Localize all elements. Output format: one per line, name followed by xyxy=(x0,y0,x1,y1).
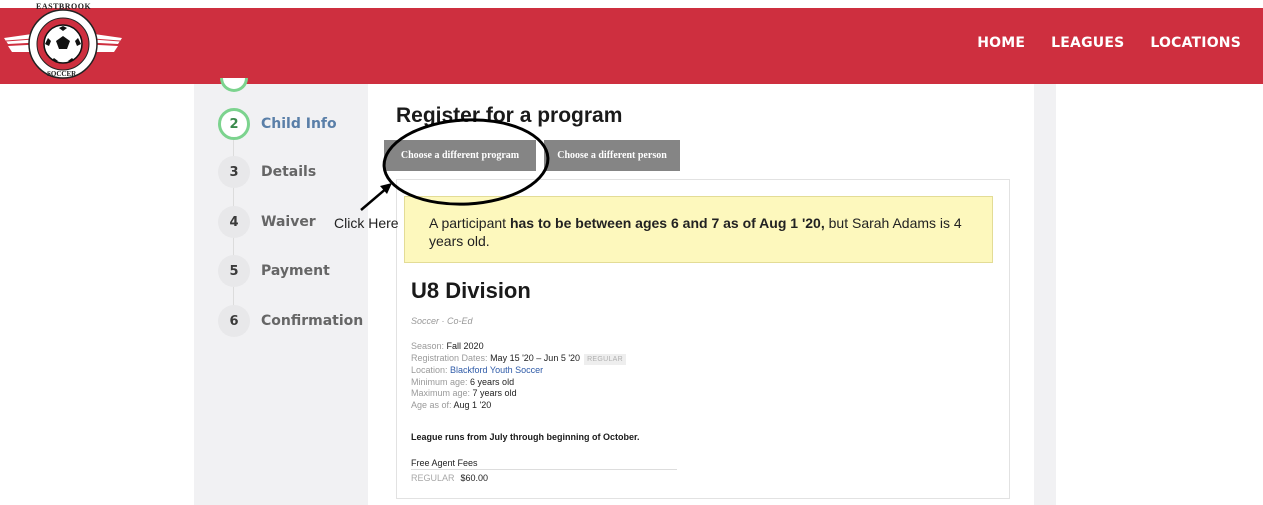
division-title: U8 Division xyxy=(411,278,531,303)
step-label: Details xyxy=(261,164,317,180)
season-row: Season: Fall 2020 xyxy=(411,341,626,353)
step-number: 4 xyxy=(218,206,250,238)
registration-badge: REGULAR xyxy=(584,353,627,365)
warning-text-bold: has to be between ages 6 and 7 as of Aug… xyxy=(509,215,825,231)
step-details[interactable]: 3 Details xyxy=(218,156,316,188)
max-age-key: Maximum age: xyxy=(411,388,471,398)
step-label: Payment xyxy=(261,263,330,279)
main-nav: HOME LEAGUES LOCATIONS xyxy=(977,8,1241,78)
choose-person-button[interactable]: Choose a different person xyxy=(544,140,680,171)
logo-top-text: EASTBROOK xyxy=(36,2,92,11)
min-age-value: 6 years old xyxy=(470,376,515,387)
min-age-key: Minimum age: xyxy=(411,376,468,387)
sport-subtitle: Soccer · Co-Ed xyxy=(411,316,473,326)
step-confirmation[interactable]: 6 Confirmation xyxy=(218,305,363,337)
step-number: 6 xyxy=(218,305,250,337)
fee-key: REGULAR xyxy=(411,473,455,483)
season-key: Season: xyxy=(411,341,445,351)
step-number: 5 xyxy=(218,255,250,287)
location-link[interactable]: Blackford Youth Soccer xyxy=(450,365,543,375)
step-waiver[interactable]: 4 Waiver xyxy=(218,206,316,238)
page-title: Register for a program xyxy=(396,104,623,127)
age-warning: A participant has to be between ages 6 a… xyxy=(404,196,993,263)
step-payment[interactable]: 5 Payment xyxy=(218,255,330,287)
step-number: 3 xyxy=(218,156,250,188)
site-header: EASTBROOK SOCCER HOME LEAGUES LOCATIONS xyxy=(0,2,1263,84)
min-age-row: Minimum age: 6 years old xyxy=(411,377,626,389)
registration-key: Registration Dates: xyxy=(411,352,488,363)
age-as-of-key: Age as of: xyxy=(411,399,452,410)
age-as-of-row: Age as of: Aug 1 '20 xyxy=(411,400,626,412)
warning-text-pre: A participant xyxy=(429,215,510,231)
nav-home[interactable]: HOME xyxy=(977,35,1025,51)
max-age-value: 7 years old xyxy=(472,388,517,398)
fee-row: REGULAR $60.00 xyxy=(411,473,488,483)
max-age-row: Maximum age: 7 years old xyxy=(411,388,626,400)
nav-locations[interactable]: LOCATIONS xyxy=(1150,35,1241,51)
annotation-label: Click Here xyxy=(334,215,399,231)
location-row: Location: Blackford Youth Soccer xyxy=(411,365,626,377)
logo-bottom-text: SOCCER xyxy=(47,70,77,78)
right-panel xyxy=(1034,84,1056,505)
step-label: Confirmation xyxy=(261,313,364,329)
season-value: Fall 2020 xyxy=(446,341,484,351)
age-as-of-value: Aug 1 '20 xyxy=(453,399,492,410)
program-details: Season: Fall 2020 Registration Dates: Ma… xyxy=(411,341,627,412)
league-note: League runs from July through beginning … xyxy=(411,432,640,442)
fees-divider xyxy=(411,469,677,470)
step-number: 2 xyxy=(218,108,250,140)
step-label: Child Info xyxy=(261,116,337,132)
steps-panel xyxy=(194,84,368,505)
nav-leagues[interactable]: LEAGUES xyxy=(1051,35,1124,51)
fee-value: $60.00 xyxy=(460,473,489,483)
step-label: Waiver xyxy=(261,214,316,230)
step-child-info[interactable]: 2 Child Info xyxy=(218,108,337,140)
choose-program-button[interactable]: Choose a different program xyxy=(384,140,536,171)
location-key: Location: xyxy=(411,365,448,375)
annotation-arrow-head xyxy=(380,183,392,194)
registration-value: May 15 '20 – Jun 5 '20 xyxy=(490,352,581,363)
registration-row: Registration Dates: May 15 '20 – Jun 5 '… xyxy=(411,352,627,365)
fees-title: Free Agent Fees xyxy=(411,458,478,468)
